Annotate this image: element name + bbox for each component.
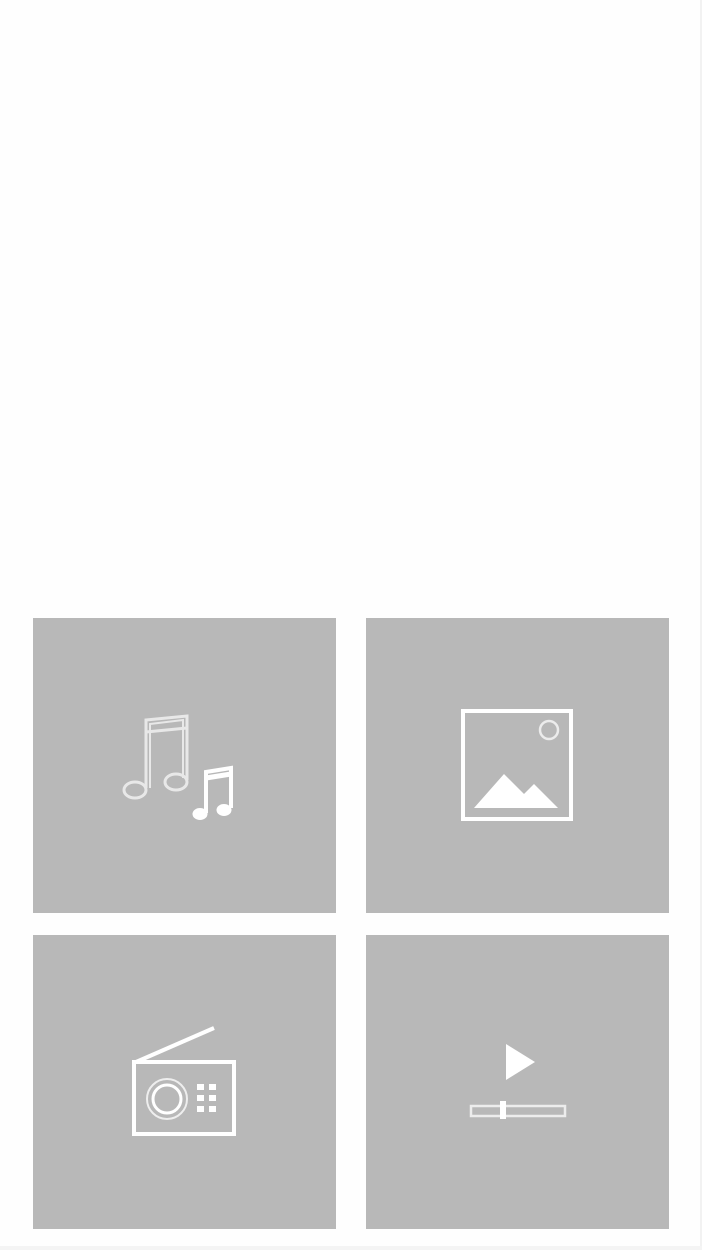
app-screen: [0, 0, 702, 1250]
radio-tile[interactable]: [33, 935, 336, 1229]
photos-tile[interactable]: [366, 618, 669, 913]
picture-icon: [460, 708, 576, 824]
video-tile[interactable]: [366, 935, 669, 1229]
video-play-icon: [468, 1042, 568, 1122]
music-tile[interactable]: [33, 618, 336, 913]
music-notes-icon: [120, 706, 250, 826]
radio-icon: [130, 1026, 240, 1138]
screen-bottom-edge: [0, 1246, 702, 1250]
